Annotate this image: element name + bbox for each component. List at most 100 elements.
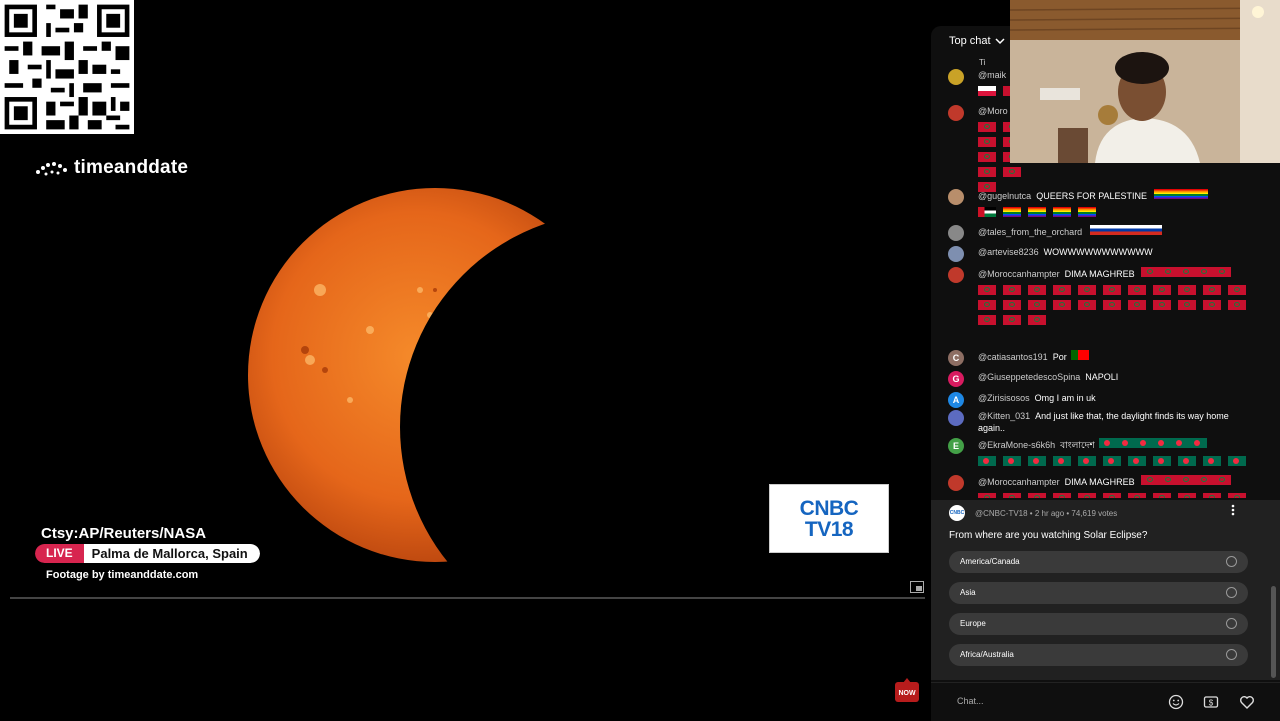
pip-icon[interactable] <box>910 581 924 593</box>
flag-icon <box>1178 456 1196 466</box>
footage-credit: Footage by timeanddate.com <box>46 569 199 581</box>
video-progress-bar[interactable] <box>10 597 925 599</box>
flag-icon <box>1128 456 1146 466</box>
flag-icon <box>1099 438 1118 448</box>
avatar <box>948 105 964 121</box>
flag-icon <box>1028 207 1046 217</box>
flag-icon <box>1028 285 1046 295</box>
message-author: @maik <box>978 70 1007 80</box>
eclipse-sun-image <box>248 188 650 580</box>
flag-icon <box>1153 300 1171 310</box>
message-text: DIMA MAGHREB <box>1064 477 1135 487</box>
flag-icon <box>1053 285 1071 295</box>
flag-icon <box>978 300 996 310</box>
flag-icon <box>1053 456 1071 466</box>
flag-icon <box>1153 285 1171 295</box>
flag-icon <box>978 456 996 466</box>
live-badge: LIVE <box>35 544 84 563</box>
chat-scrollbar[interactable] <box>1271 586 1276 678</box>
radio-icon <box>1226 587 1237 598</box>
logo-line-2: TV18 <box>804 518 854 541</box>
message-author: @Kitten_031 <box>978 411 1031 421</box>
chat-message: C @catiasantos191 Por <box>948 350 1253 366</box>
chat-message: @tales_from_the_orchard <box>948 225 1253 241</box>
flag-icon <box>1117 438 1136 448</box>
chevron-down-icon <box>995 38 1005 45</box>
flag-icon <box>1178 285 1196 295</box>
message-author: @Moro <box>978 106 1008 116</box>
flag-icon <box>1203 285 1221 295</box>
flag-icon <box>1078 207 1096 217</box>
message-author: @Zirisisosos <box>978 393 1030 403</box>
flag-icon <box>1103 456 1121 466</box>
flag-icon <box>1153 438 1172 448</box>
message-author: @GiuseppetedescoSpina <box>978 372 1081 382</box>
chat-input[interactable]: Chat... <box>957 696 984 706</box>
flag-icon <box>1213 267 1232 277</box>
emoji-icon[interactable] <box>1168 694 1184 710</box>
flag-icon <box>978 86 996 96</box>
poll-avatar: CNBC <box>949 505 965 521</box>
flag-icon <box>1141 475 1160 485</box>
poll-option-america-canada[interactable]: America/Canada <box>949 551 1248 573</box>
avatar: E <box>948 438 964 454</box>
poll-option-asia[interactable]: Asia <box>949 582 1248 604</box>
avatar: A <box>948 392 964 408</box>
message-author: @EkraMone-s6k6h <box>978 440 1056 450</box>
message-author: @Moroccanhampter <box>978 269 1060 279</box>
poll-option-africa-australia[interactable]: Africa/Australia <box>949 644 1248 666</box>
flag-icon <box>1003 207 1021 217</box>
flag-icon <box>1078 456 1096 466</box>
live-location-bar: LIVE Palma de Mallorca, Spain <box>35 544 260 563</box>
video-player[interactable]: timeanddate Ctsy:AP/Reuters/NASA LIVE Pa… <box>0 0 930 720</box>
partial-message-text: Ti <box>979 58 986 67</box>
flag-icon <box>1128 285 1146 295</box>
now-icon[interactable]: NOW <box>893 678 921 704</box>
flag-icon <box>1071 350 1090 360</box>
poll-question: From where are you watching Solar Eclips… <box>949 530 1148 541</box>
flag-icon <box>1053 207 1071 217</box>
message-text: Omg I am in uk <box>1034 393 1096 403</box>
heart-icon[interactable] <box>1239 694 1255 710</box>
flag-icon <box>1003 300 1021 310</box>
super-chat-icon[interactable]: $ <box>1203 694 1219 710</box>
flag-icon <box>1103 493 1121 498</box>
chat-message: A @Zirisisosos Omg I am in uk <box>948 392 1253 408</box>
message-text: বাংলাদেশ <box>1060 440 1095 450</box>
video-credit: Ctsy:AP/Reuters/NASA <box>41 525 207 542</box>
poll-option-europe[interactable]: Europe <box>949 613 1248 635</box>
message-text: DIMA MAGHREB <box>1064 269 1135 279</box>
chat-input-bar: Chat... $ <box>931 682 1280 721</box>
flag-icon <box>1203 456 1221 466</box>
flag-icon <box>1228 300 1246 310</box>
flag-icon <box>1128 493 1146 498</box>
avatar <box>948 189 964 205</box>
flag-icon <box>1189 189 1208 199</box>
flag-icon <box>1003 315 1021 325</box>
svg-text:$: $ <box>1209 699 1214 708</box>
flag-icon <box>1028 315 1046 325</box>
flag-icon <box>1128 300 1146 310</box>
flag-icon <box>978 207 996 217</box>
poll-option-label: Europe <box>960 619 986 628</box>
flag-icon <box>1228 456 1246 466</box>
flag-icon <box>978 285 996 295</box>
message-text: NAPOLI <box>1085 372 1119 382</box>
flag-icon <box>1153 493 1171 498</box>
flag-icon <box>1003 493 1021 498</box>
flag-icon <box>1141 267 1160 277</box>
flag-icon <box>978 152 996 162</box>
chat-mode-selector[interactable]: Top chat <box>949 35 1005 47</box>
flag-icon <box>1177 475 1196 485</box>
chat-message: @Moroccanhampter DIMA MAGHREB <box>948 267 1253 325</box>
flag-icon <box>1003 167 1021 177</box>
flag-icon <box>1125 225 1144 235</box>
message-author: @gugelnutca <box>978 191 1032 201</box>
message-author: @tales_from_the_orchard <box>978 227 1083 237</box>
flag-icon <box>1053 300 1071 310</box>
flag-icon <box>1178 493 1196 498</box>
flag-icon <box>1159 475 1178 485</box>
radio-icon <box>1226 618 1237 629</box>
more-vert-icon[interactable] <box>1231 504 1235 516</box>
flag-icon <box>978 167 996 177</box>
